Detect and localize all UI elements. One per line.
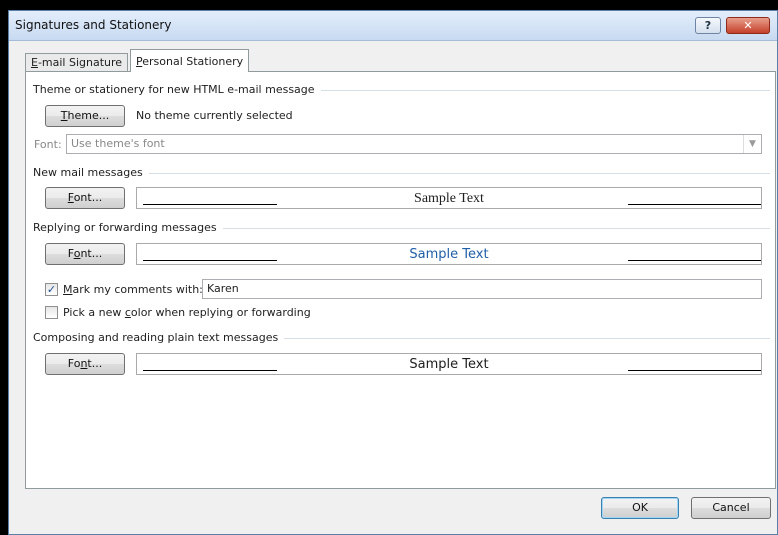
plain-text-sample: Sample Text (136, 353, 762, 375)
signatures-dialog: Signatures and Stationery ? ✕ E-mail Sig… (8, 10, 778, 535)
pick-color-label: Pick a new color when replying or forwar… (63, 306, 311, 319)
reply-heading: Replying or forwarding messages (33, 221, 770, 235)
reply-sample-text: Sample Text (409, 247, 489, 262)
font-label: Font: (34, 138, 62, 151)
new-mail-sample-text: Sample Text (414, 191, 484, 206)
mark-comments-input[interactable]: Karen (202, 279, 762, 299)
mark-comments-checkbox[interactable]: ✓ (45, 283, 58, 296)
plain-text-heading: Composing and reading plain text message… (33, 331, 770, 345)
reply-sample: Sample Text (136, 243, 762, 265)
new-mail-sample: Sample Text (136, 187, 762, 209)
pick-color-checkbox[interactable] (45, 306, 58, 319)
new-mail-font-button[interactable]: Font... (45, 187, 125, 209)
theme-status: No theme currently selected (136, 109, 293, 122)
plain-text-font-button[interactable]: Font... (45, 353, 125, 375)
new-mail-heading: New mail messages (33, 166, 770, 180)
theme-section-heading: Theme or stationery for new HTML e-mail … (33, 83, 770, 97)
close-button[interactable]: ✕ (726, 17, 770, 34)
tab-personal-stationery[interactable]: Personal Stationery (130, 49, 250, 72)
cancel-button[interactable]: Cancel (691, 497, 771, 519)
tab-email-signature[interactable]: E-mail Signature (25, 53, 129, 71)
theme-button[interactable]: Theme... (45, 105, 125, 127)
chevron-down-icon: ▼ (743, 135, 761, 153)
title-bar: Signatures and Stationery ? ✕ (9, 11, 777, 41)
help-button[interactable]: ? (695, 17, 721, 34)
reply-font-button[interactable]: Font... (45, 243, 125, 265)
mark-comments-label: Mark my comments with: (63, 283, 203, 296)
plain-text-sample-text: Sample Text (409, 357, 489, 372)
theme-font-select: Use theme's font ▼ (66, 134, 762, 154)
ok-button[interactable]: OK (601, 497, 679, 519)
window-title: Signatures and Stationery (15, 18, 172, 32)
